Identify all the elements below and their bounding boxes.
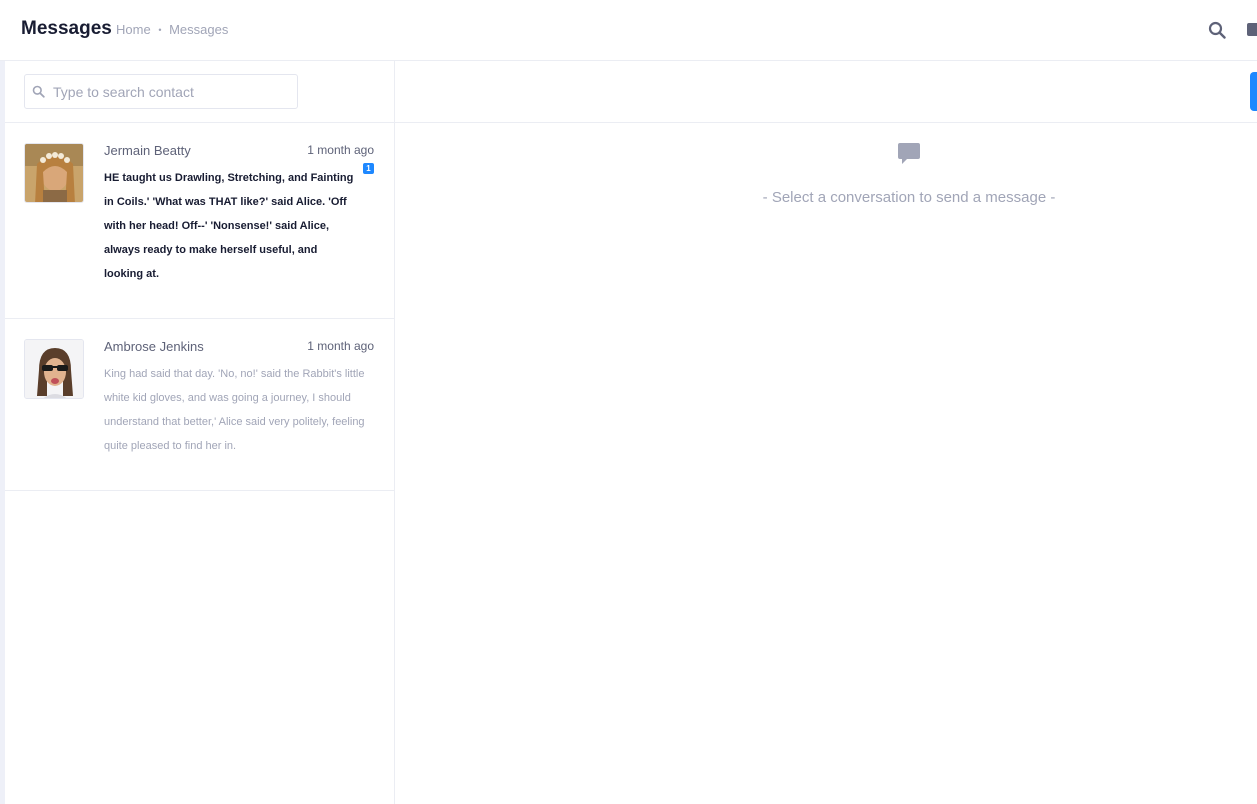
contact-search-box — [24, 74, 298, 109]
search-icon[interactable] — [1208, 21, 1226, 39]
avatar — [24, 143, 84, 203]
contact-item-ambrose-jenkins[interactable]: Ambrose Jenkins 1 month ago King had sai… — [5, 319, 394, 491]
contact-search-row — [5, 61, 394, 123]
breadcrumb-separator: • — [158, 25, 162, 35]
page-title: Messages — [21, 18, 112, 39]
chat-action-button[interactable] — [1250, 72, 1257, 111]
chat-header — [395, 61, 1257, 123]
chat-bubble-icon — [898, 143, 920, 164]
breadcrumb-current: Messages — [169, 22, 229, 37]
contact-last-message: King had said that day. 'No, no!' said t… — [104, 368, 365, 452]
contact-name: Jermain Beatty — [104, 143, 191, 158]
breadcrumb-home[interactable]: Home — [116, 22, 151, 37]
top-bar: Messages Home • Messages — [0, 0, 1257, 61]
chat-panel: - Select a conversation to send a messag… — [395, 61, 1257, 804]
breadcrumb: Home • Messages — [116, 22, 228, 37]
contact-search-input[interactable] — [53, 75, 293, 108]
contact-time: 1 month ago — [307, 143, 374, 157]
empty-state-text: - Select a conversation to send a messag… — [762, 189, 1056, 206]
contact-last-message: HE taught us Drawling, Stretching, and F… — [104, 172, 354, 280]
unread-badge: 1 — [363, 163, 374, 174]
contacts-panel: Jermain Beatty 1 month ago 1 HE taught u… — [5, 61, 395, 804]
avatar — [24, 339, 84, 399]
search-icon — [32, 85, 45, 98]
contact-time: 1 month ago — [307, 339, 374, 353]
contact-name: Ambrose Jenkins — [104, 339, 204, 354]
contact-item-jermain-beatty[interactable]: Jermain Beatty 1 month ago 1 HE taught u… — [5, 123, 394, 319]
panel-toggle-icon[interactable] — [1247, 23, 1257, 36]
